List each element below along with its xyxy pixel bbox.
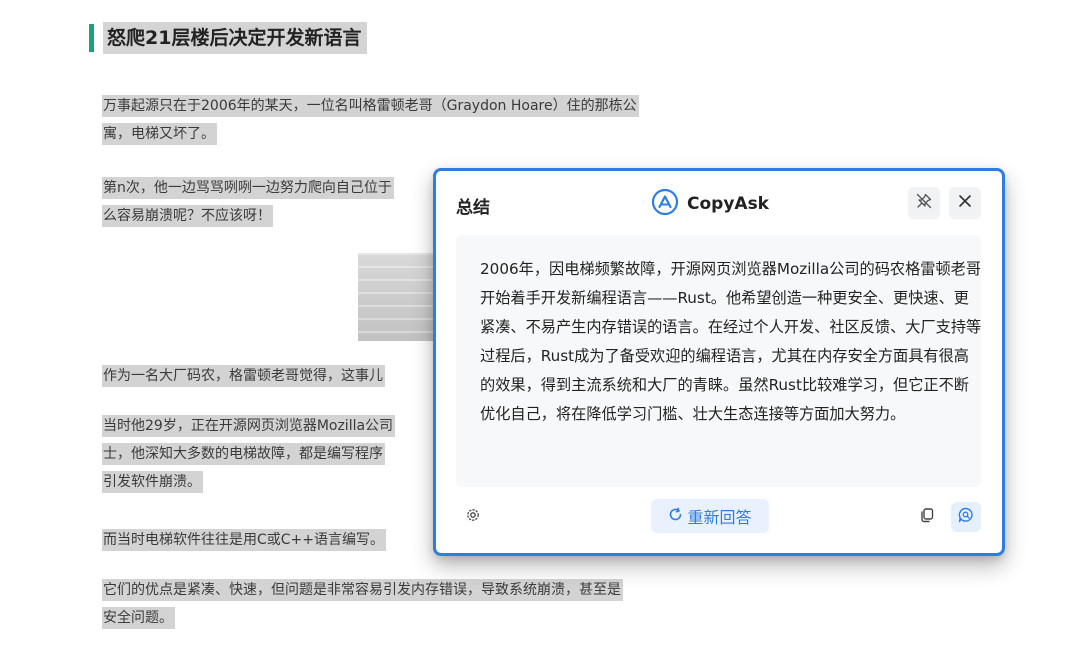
popup-title: 总结	[456, 198, 490, 218]
regenerate-label: 重新回答	[687, 508, 752, 527]
article-title: 怒爬21层楼后决定开发新语言	[103, 22, 368, 54]
unpin-icon	[915, 192, 933, 214]
paragraph-line: 士，他深知大多数的电梯故障，都是编写程序	[102, 443, 385, 465]
chat-search-icon	[957, 506, 975, 528]
article-paragraph: 作为一名大厂码农，格雷顿老哥觉得，这事儿	[102, 362, 385, 390]
title-accent-bar	[89, 24, 94, 52]
copyask-logo-icon	[651, 188, 679, 220]
paragraph-line: 安全问题。	[102, 607, 175, 629]
brand: CopyAsk	[651, 186, 769, 222]
paragraph-line: 万事起源只在于2006年的某天，一位名叫格雷顿老哥（Graydon Hoare）…	[102, 95, 639, 117]
summary-text: 2006年，因电梯频繁故障，开源网页浏览器Mozilla公司的码农格雷顿老哥开始…	[480, 260, 982, 423]
copyask-popup: 总结 CopyAsk 2006年，因电梯频繁故障，开源网页浏览器Mozilla公…	[433, 168, 1005, 556]
close-icon	[957, 193, 973, 213]
article-paragraph: 第n次，他一边骂骂咧咧一边努力爬向自己位于 么容易崩溃呢？不应该呀！	[102, 174, 394, 230]
ask-button[interactable]	[951, 502, 981, 532]
refresh-icon	[668, 507, 683, 526]
article-paragraph: 当时他29岁，正在开源网页浏览器Mozilla公司 士，他深知大多数的电梯故障，…	[102, 412, 396, 496]
paragraph-line: 寓，电梯又坏了。	[102, 123, 217, 145]
regenerate-button[interactable]: 重新回答	[651, 499, 769, 533]
paragraph-line: 而当时电梯软件往往是用C或C++语言编写。	[102, 529, 387, 551]
gear-icon	[464, 506, 482, 528]
unpin-button[interactable]	[908, 187, 940, 219]
paragraph-line: 第n次，他一边骂骂咧咧一边努力爬向自己位于	[102, 177, 394, 199]
copy-icon	[918, 506, 936, 528]
article-paragraph: 万事起源只在于2006年的某天，一位名叫格雷顿老哥（Graydon Hoare）…	[102, 92, 639, 148]
article-paragraph: 而当时电梯软件往往是用C或C++语言编写。	[102, 526, 387, 554]
article-paragraph: 它们的优点是紧凑、快速，但问题是非常容易引发内存错误，导致系统崩溃，甚至是 安全…	[102, 576, 623, 632]
close-button[interactable]	[949, 187, 981, 219]
paragraph-line: 么容易崩溃呢？不应该呀！	[102, 205, 273, 227]
paragraph-line: 当时他29岁，正在开源网页浏览器Mozilla公司	[102, 415, 396, 437]
copy-button[interactable]	[912, 502, 942, 532]
settings-button[interactable]	[458, 502, 488, 532]
brand-name: CopyAsk	[687, 194, 769, 214]
paragraph-line: 引发软件崩溃。	[102, 471, 203, 493]
summary-box: 2006年，因电梯频繁故障，开源网页浏览器Mozilla公司的码农格雷顿老哥开始…	[456, 235, 981, 487]
paragraph-line: 它们的优点是紧凑、快速，但问题是非常容易引发内存错误，导致系统崩溃，甚至是	[102, 579, 623, 601]
paragraph-line: 作为一名大厂码农，格雷顿老哥觉得，这事儿	[102, 365, 385, 387]
